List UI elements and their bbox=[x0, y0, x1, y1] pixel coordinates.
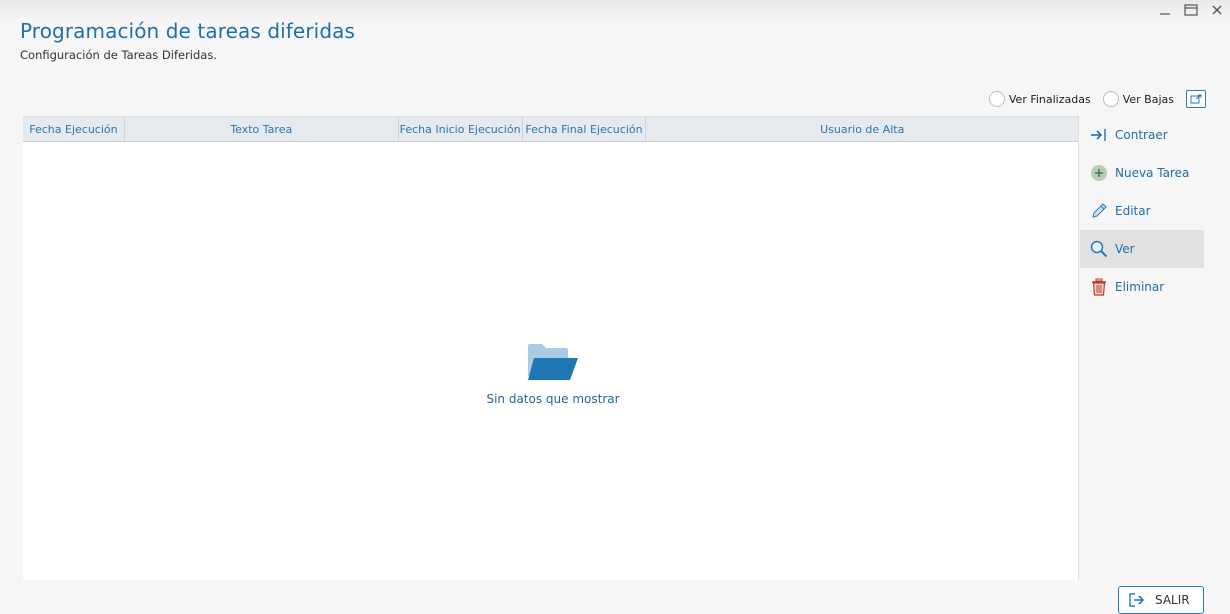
export-button[interactable] bbox=[1186, 90, 1206, 108]
close-icon[interactable] bbox=[1208, 2, 1226, 18]
column-texto-tarea[interactable]: Texto Tarea bbox=[125, 117, 399, 141]
ver-bajas-box[interactable] bbox=[1102, 91, 1119, 107]
open-folder-icon bbox=[528, 344, 578, 380]
salir-label: SALIR bbox=[1155, 593, 1190, 607]
window-controls bbox=[1156, 2, 1226, 18]
ver-button[interactable]: Ver bbox=[1080, 230, 1204, 268]
filters-bar: Ver Finalizadas Ver Bajas bbox=[988, 90, 1206, 108]
editar-button[interactable]: Editar bbox=[1080, 192, 1204, 230]
ver-finalizadas-box[interactable] bbox=[988, 91, 1005, 107]
pencil-icon bbox=[1089, 201, 1109, 221]
export-icon bbox=[1190, 94, 1202, 104]
contraer-button[interactable]: Contraer bbox=[1080, 116, 1204, 154]
grid-header: Fecha Ejecución Texto Tarea Fecha Inicio… bbox=[23, 116, 1078, 142]
ver-finalizadas-checkbox[interactable]: Ver Finalizadas bbox=[988, 91, 1091, 107]
ver-bajas-label: Ver Bajas bbox=[1122, 92, 1174, 106]
ver-bajas-checkbox[interactable]: Ver Bajas bbox=[1102, 91, 1174, 107]
eliminar-button[interactable]: Eliminar bbox=[1080, 268, 1204, 306]
collapse-arrow-icon bbox=[1089, 125, 1109, 145]
ver-label: Ver bbox=[1115, 242, 1135, 256]
exit-icon bbox=[1129, 593, 1145, 607]
editar-label: Editar bbox=[1115, 204, 1151, 218]
nueva-tarea-label: Nueva Tarea bbox=[1115, 166, 1190, 180]
app-window: Programación de tareas diferidas Configu… bbox=[0, 0, 1230, 614]
column-fecha-final-ejecucion[interactable]: Fecha Final Ejecución bbox=[523, 117, 647, 141]
ver-finalizadas-label: Ver Finalizadas bbox=[1008, 92, 1091, 106]
add-circle-icon bbox=[1089, 163, 1109, 183]
contraer-label: Contraer bbox=[1115, 128, 1168, 142]
nueva-tarea-button[interactable]: Nueva Tarea bbox=[1080, 154, 1204, 192]
salir-button[interactable]: SALIR bbox=[1118, 586, 1204, 614]
page-subtitle: Configuración de Tareas Diferidas. bbox=[20, 48, 217, 62]
trash-icon bbox=[1089, 277, 1109, 297]
actions-panel: Contraer Nueva Tarea Editar Ver Eliminar bbox=[1080, 116, 1204, 580]
magnifier-icon bbox=[1089, 239, 1109, 259]
column-fecha-ejecucion[interactable]: Fecha Ejecución bbox=[23, 117, 125, 141]
column-usuario-de-alta[interactable]: Usuario de Alta bbox=[646, 117, 1078, 141]
eliminar-label: Eliminar bbox=[1115, 280, 1165, 294]
empty-state: Sin datos que mostrar bbox=[478, 342, 628, 406]
tasks-grid: Fecha Ejecución Texto Tarea Fecha Inicio… bbox=[23, 116, 1079, 580]
minimize-icon[interactable] bbox=[1156, 2, 1174, 18]
column-fecha-inicio-ejecucion[interactable]: Fecha Inicio Ejecución bbox=[399, 117, 523, 141]
empty-message: Sin datos que mostrar bbox=[486, 392, 620, 406]
page-title: Programación de tareas diferidas bbox=[20, 19, 355, 43]
maximize-icon[interactable] bbox=[1182, 2, 1200, 18]
